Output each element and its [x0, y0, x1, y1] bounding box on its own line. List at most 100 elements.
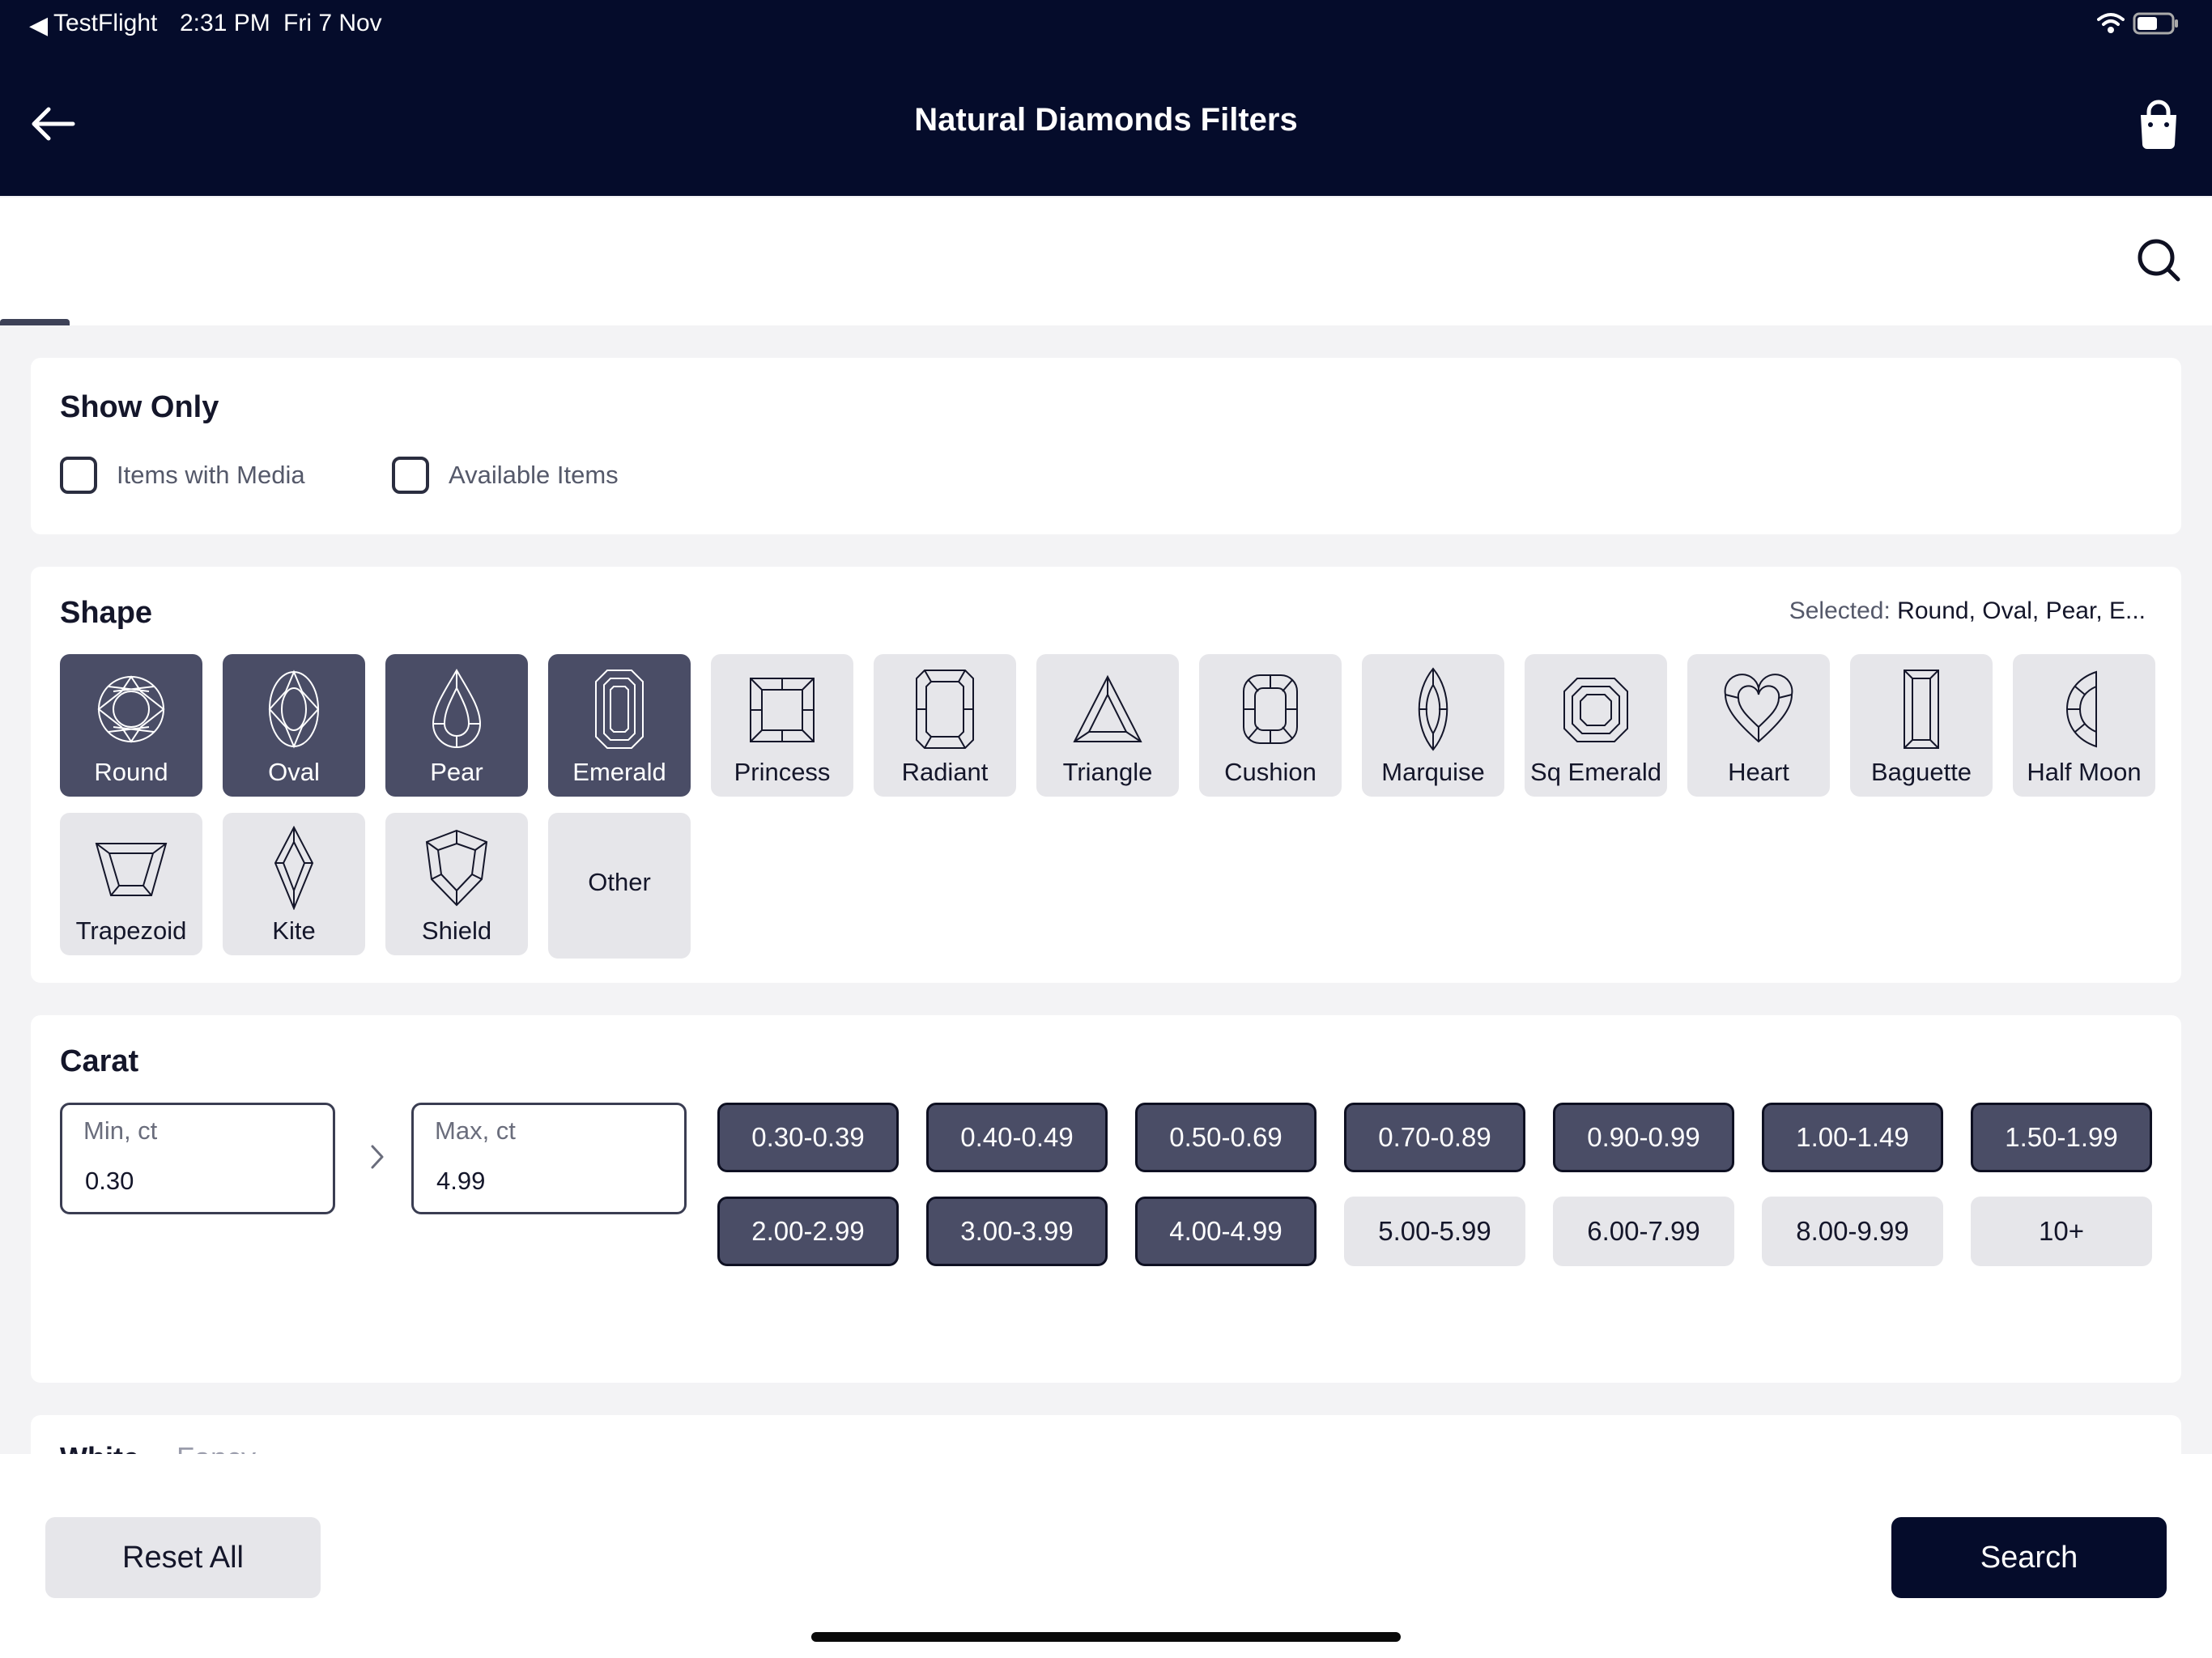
heart-diamond-icon [1724, 674, 1793, 743]
trapezoid-diamond-icon [95, 843, 168, 896]
carat-range-button[interactable]: 3.00-3.99 [926, 1197, 1108, 1266]
chevron-right-icon [371, 1145, 384, 1169]
shape-shield-label: Shield [421, 916, 492, 945]
carat-min-input[interactable]: Min, ct 0.30 [60, 1103, 335, 1214]
shape-other-button[interactable]: Other [548, 813, 691, 959]
status-back-indicator[interactable]: ◀ [29, 11, 48, 40]
carat-range-button[interactable]: 8.00-9.99 [1762, 1197, 1943, 1266]
tab-indicator [0, 319, 70, 325]
carat-range-button[interactable]: 1.50-1.99 [1971, 1103, 2152, 1172]
carat-card: Carat Min, ct 0.30 Max, ct 4.99 0.30-0.3… [31, 1015, 2181, 1383]
emerald-diamond-icon [595, 670, 644, 749]
status-bar: ◀ TestFlight 2:31 PM Fri 7 Nov [0, 0, 2212, 49]
oval-diamond-icon [268, 670, 320, 749]
shape-cushion-label: Cushion [1224, 758, 1317, 786]
carat-range-button[interactable]: 10+ [1971, 1197, 2152, 1266]
shape-marquise-label: Marquise [1381, 758, 1485, 786]
carat-range-button[interactable]: 0.30-0.39 [717, 1103, 899, 1172]
carat-range-button[interactable]: 0.70-0.89 [1344, 1103, 1525, 1172]
shape-pear-label: Pear [430, 758, 483, 786]
page-title: Natural Diamonds Filters [914, 102, 1298, 138]
battery-icon [2133, 11, 2180, 40]
search-toggle-button[interactable] [2133, 232, 2184, 290]
selected-caption: Selected: [1789, 597, 1891, 624]
home-indicator[interactable] [811, 1632, 1401, 1642]
carat-min-value: 0.30 [85, 1167, 134, 1195]
items-with-media-option[interactable]: Items with Media [60, 457, 305, 494]
radiant-diamond-icon [916, 670, 974, 749]
shape-heart-button[interactable]: Heart [1687, 654, 1830, 797]
search-button[interactable]: Search [1891, 1517, 2167, 1598]
shape-princess-label: Princess [734, 758, 831, 786]
available-items-option[interactable]: Available Items [392, 457, 619, 494]
triangle-diamond-icon [1073, 674, 1142, 742]
available-items-label: Available Items [449, 461, 619, 489]
carat-range-button[interactable]: 2.00-2.99 [717, 1197, 899, 1266]
available-items-checkbox[interactable] [392, 457, 429, 494]
kite-diamond-icon [274, 826, 314, 910]
carat-range-button[interactable]: 6.00-7.99 [1553, 1197, 1734, 1266]
items-with-media-label: Items with Media [117, 461, 305, 489]
carat-min-placeholder: Min, ct [83, 1116, 158, 1145]
pear-diamond-icon [432, 668, 482, 748]
shape-selected-summary: Selected: Round, Oval, Pear, E... [1789, 597, 2146, 625]
shape-title: Shape [60, 596, 153, 630]
baguette-diamond-icon [1904, 670, 1939, 749]
bottom-action-bar: Reset All Search [0, 1454, 2212, 1658]
shape-sq-emerald-button[interactable]: Sq Emerald [1525, 654, 1667, 797]
shape-card: Shape Selected: Round, Oval, Pear, E... … [31, 567, 2181, 983]
shape-kite-label: Kite [272, 916, 316, 945]
shape-sq-emerald-label: Sq Emerald [1530, 758, 1661, 786]
show-only-card: Show Only Items with Media Available Ite… [31, 358, 2181, 534]
shape-marquise-button[interactable]: Marquise [1362, 654, 1504, 797]
show-only-title: Show Only [60, 390, 219, 424]
carat-range-button[interactable]: 4.00-4.99 [1135, 1197, 1317, 1266]
wifi-icon [2097, 11, 2125, 38]
shopping-bag-icon [2141, 100, 2176, 149]
carat-max-placeholder: Max, ct [435, 1116, 516, 1145]
cushion-diamond-icon [1243, 674, 1298, 744]
cart-button[interactable] [2134, 97, 2183, 151]
shape-cushion-button[interactable]: Cushion [1199, 654, 1342, 797]
shape-heart-label: Heart [1728, 758, 1789, 786]
shield-diamond-icon [425, 829, 488, 907]
carat-range-button[interactable]: 0.90-0.99 [1553, 1103, 1734, 1172]
shape-shield-button[interactable]: Shield [385, 813, 528, 955]
search-icon [2138, 239, 2180, 282]
shape-princess-button[interactable]: Princess [711, 654, 853, 797]
shape-trapezoid-label: Trapezoid [75, 916, 187, 945]
shape-baguette-button[interactable]: Baguette [1850, 654, 1993, 797]
search-strip [0, 198, 2212, 325]
carat-range-button[interactable]: 5.00-5.99 [1344, 1197, 1525, 1266]
shape-round-button[interactable]: Round [60, 654, 202, 797]
reset-all-button[interactable]: Reset All [45, 1517, 321, 1598]
princess-diamond-icon [750, 678, 815, 742]
round-diamond-icon [97, 675, 165, 743]
carat-max-input[interactable]: Max, ct 4.99 [411, 1103, 687, 1214]
status-back-app[interactable]: TestFlight [53, 10, 157, 37]
carat-title: Carat [60, 1044, 139, 1078]
carat-range-button[interactable]: 0.40-0.49 [926, 1103, 1108, 1172]
shape-emerald-button[interactable]: Emerald [548, 654, 691, 797]
status-time: 2:31 PM [180, 10, 270, 36]
shape-trapezoid-button[interactable]: Trapezoid [60, 813, 202, 955]
shape-round-label: Round [94, 758, 168, 786]
items-with-media-checkbox[interactable] [60, 457, 97, 494]
carat-range-button[interactable]: 0.50-0.69 [1135, 1103, 1317, 1172]
shape-triangle-label: Triangle [1062, 758, 1153, 786]
shape-half-moon-button[interactable]: Half Moon [2013, 654, 2155, 797]
shape-baguette-label: Baguette [1870, 758, 1972, 786]
shape-oval-button[interactable]: Oval [223, 654, 365, 797]
shape-oval-label: Oval [268, 758, 320, 786]
shape-kite-button[interactable]: Kite [223, 813, 365, 955]
carat-max-value: 4.99 [436, 1167, 486, 1195]
shape-emerald-label: Emerald [572, 758, 666, 786]
marquise-diamond-icon [1418, 667, 1448, 751]
shape-triangle-button[interactable]: Triangle [1036, 654, 1179, 797]
shape-radiant-label: Radiant [901, 758, 989, 786]
shape-radiant-button[interactable]: Radiant [874, 654, 1016, 797]
app-header: ◀ TestFlight 2:31 PM Fri 7 Nov Natural D… [0, 0, 2212, 196]
carat-range-button[interactable]: 1.00-1.49 [1762, 1103, 1943, 1172]
square-emerald-diamond-icon [1563, 678, 1628, 742]
shape-pear-button[interactable]: Pear [385, 654, 528, 797]
